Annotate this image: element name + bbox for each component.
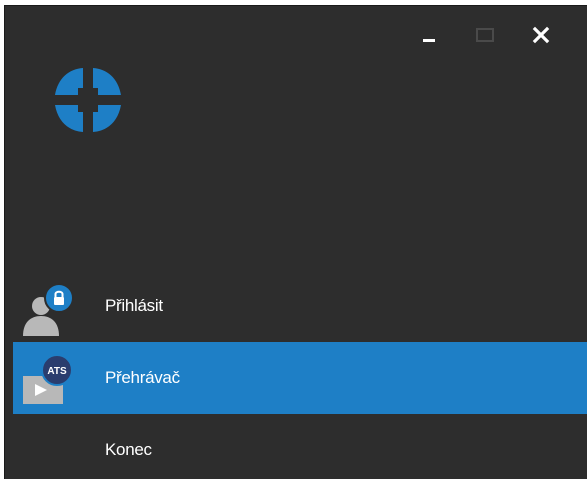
main-menu: Přihlásit ATS Přehrávač Konec <box>5 270 587 479</box>
minimize-icon <box>423 39 435 42</box>
maximize-button[interactable] <box>457 20 513 50</box>
app-window: Přihlásit ATS Přehrávač Konec <box>4 5 587 479</box>
user-lock-icon <box>23 283 74 336</box>
ats-badge-text: ATS <box>47 366 67 377</box>
ats-player-icon: ATS <box>23 354 73 404</box>
menu-item-label: Přihlásit <box>105 296 163 315</box>
window-controls <box>401 20 569 50</box>
close-icon <box>532 26 550 44</box>
minimize-button[interactable] <box>401 20 457 50</box>
maximize-icon <box>476 28 494 42</box>
menu-item-login[interactable]: Přihlásit <box>5 270 587 342</box>
player-icon-wrap: ATS <box>19 348 79 408</box>
login-icon-wrap <box>19 276 79 336</box>
menu-item-player[interactable]: ATS Přehrávač <box>13 342 587 414</box>
crosshair-logo-icon <box>55 68 121 132</box>
menu-item-exit[interactable]: Konec <box>5 414 587 479</box>
close-button[interactable] <box>513 20 569 50</box>
app-logo <box>49 66 127 134</box>
menu-item-label: Konec <box>105 440 152 459</box>
menu-item-label: Přehrávač <box>105 368 180 387</box>
